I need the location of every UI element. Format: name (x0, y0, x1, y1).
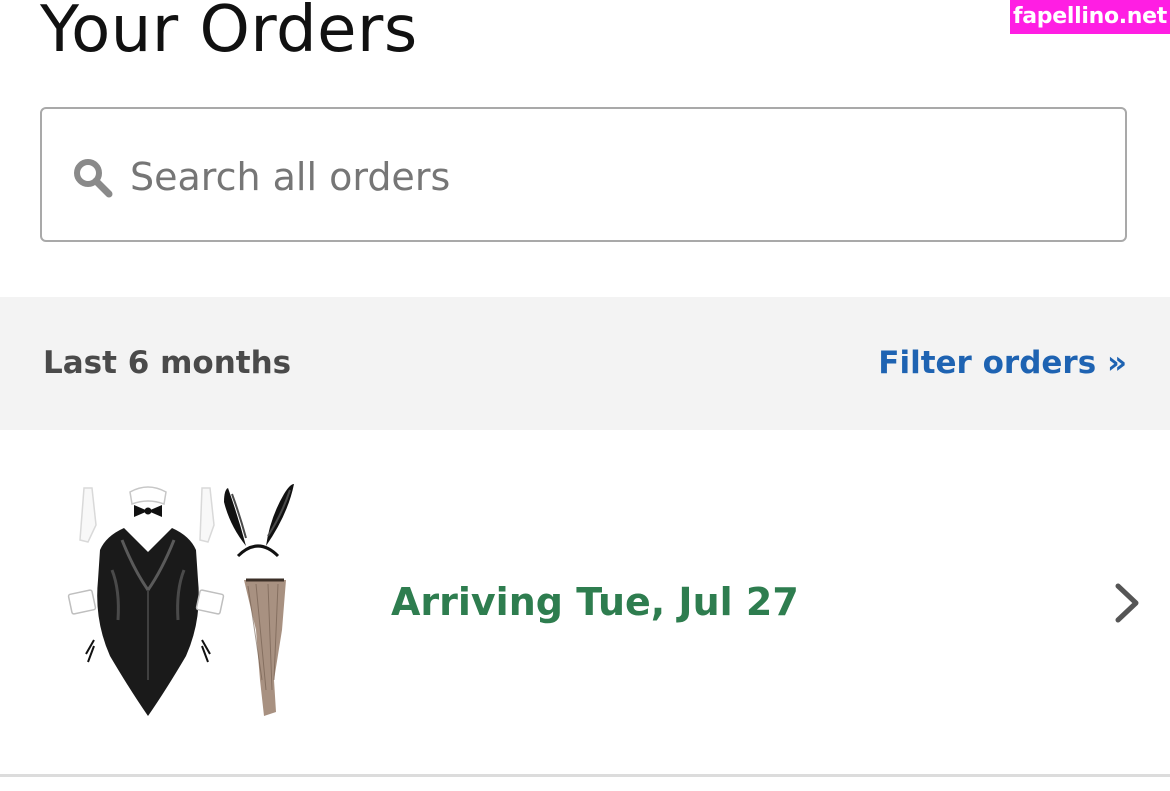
search-input[interactable] (130, 149, 1030, 205)
watermark: fapellino.net (1010, 0, 1170, 34)
chevron-right-icon[interactable] (1110, 582, 1144, 624)
divider (0, 774, 1170, 777)
page-title: Your Orders (40, 0, 418, 67)
order-row[interactable]: Arriving Tue, Jul 27 (0, 430, 1170, 774)
search-box[interactable] (40, 107, 1127, 242)
orders-page: fapellino.net Your Orders Last 6 months … (0, 0, 1170, 791)
filter-bar: Last 6 months Filter orders » (0, 297, 1170, 430)
search-icon (74, 159, 113, 198)
filter-orders-link[interactable]: Filter orders » (878, 341, 1127, 385)
order-status-text: Arriving Tue, Jul 27 (391, 580, 799, 624)
bunny-costume-product-image (67, 484, 294, 716)
time-range-label: Last 6 months (43, 345, 292, 381)
